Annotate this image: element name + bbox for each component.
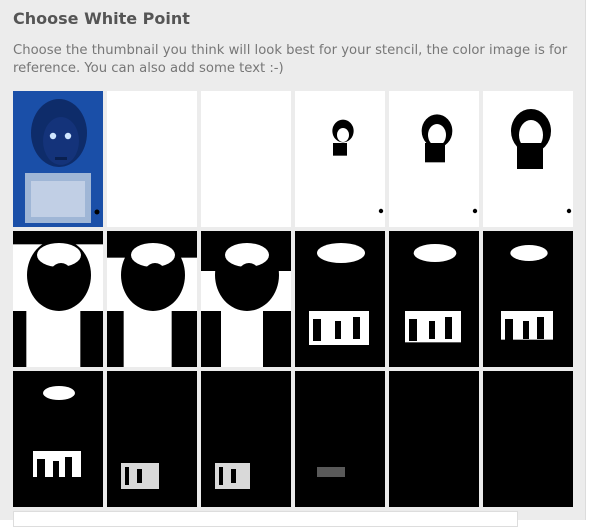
threshold-thumbnail-9[interactable] (295, 231, 385, 367)
threshold-thumbnail-3[interactable] (295, 91, 385, 227)
threshold-thumbnail-17[interactable] (483, 371, 573, 507)
thumbnail-grid (13, 91, 573, 507)
threshold-thumbnail-4[interactable] (389, 91, 479, 227)
threshold-thumbnail-11[interactable] (483, 231, 573, 367)
threshold-thumbnail-16[interactable] (389, 371, 479, 507)
threshold-thumbnail-15[interactable] (295, 371, 385, 507)
panel-divider (585, 0, 586, 520)
white-point-panel: Choose White Point Choose the thumbnail … (0, 0, 585, 527)
threshold-thumbnail-13[interactable] (107, 371, 197, 507)
dialog-title: Choose White Point (13, 9, 190, 28)
threshold-thumbnail-1[interactable] (107, 91, 197, 227)
threshold-thumbnail-6[interactable] (13, 231, 103, 367)
stencil-text-input[interactable] (13, 511, 518, 527)
threshold-thumbnail-5[interactable] (483, 91, 573, 227)
threshold-thumbnail-8[interactable] (201, 231, 291, 367)
threshold-thumbnail-14[interactable] (201, 371, 291, 507)
dialog-description: Choose the thumbnail you think will look… (13, 43, 568, 76)
reference-color-thumbnail[interactable] (13, 91, 103, 227)
threshold-thumbnail-12[interactable] (13, 371, 103, 507)
threshold-thumbnail-2[interactable] (201, 91, 291, 227)
threshold-thumbnail-7[interactable] (107, 231, 197, 367)
threshold-thumbnail-10[interactable] (389, 231, 479, 367)
